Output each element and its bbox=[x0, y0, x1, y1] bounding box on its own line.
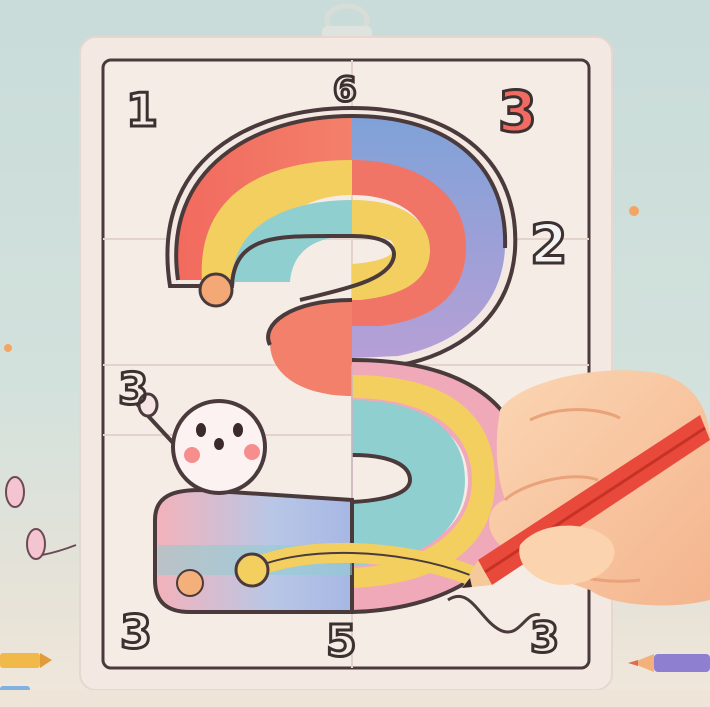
crayon-right bbox=[628, 654, 710, 672]
number-mid-left: 3 bbox=[118, 364, 149, 415]
number-mid-right: 2 bbox=[530, 213, 568, 276]
number-bottom-right: 3 bbox=[530, 613, 559, 662]
number-bottom-center: 5 bbox=[326, 616, 357, 667]
number-top-center: 6 bbox=[333, 70, 357, 110]
number-bottom-left: 3 bbox=[120, 605, 152, 659]
table-surface bbox=[0, 690, 710, 707]
number-top-right: 3 bbox=[498, 80, 537, 145]
hanging-hook bbox=[322, 3, 372, 40]
tracing-card-illustration: 1 6 3 2 3 3 5 3 bbox=[0, 3, 710, 707]
number-top-left: 1 bbox=[126, 83, 158, 137]
